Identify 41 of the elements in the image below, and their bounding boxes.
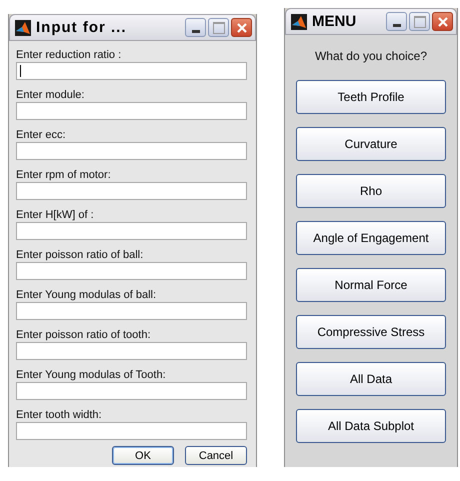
input-field[interactable] <box>16 142 247 160</box>
minimize-button[interactable] <box>185 18 206 37</box>
input-field[interactable] <box>16 422 247 440</box>
input-field[interactable] <box>16 182 247 200</box>
window-title: Input for ... <box>36 19 128 36</box>
field-label: Enter H[kW] of : <box>16 208 95 222</box>
input-field[interactable] <box>16 222 247 240</box>
menu-button[interactable]: Rho <box>296 174 446 208</box>
input-field[interactable] <box>16 382 247 400</box>
field-label: Enter Young modulas of ball: <box>16 288 158 302</box>
input-field[interactable] <box>16 302 247 320</box>
field-label: Enter reduction ratio : <box>16 48 122 62</box>
minimize-button[interactable] <box>386 12 407 31</box>
close-icon <box>436 14 450 28</box>
input-field[interactable] <box>16 102 247 120</box>
menu-button[interactable]: Compressive Stress <box>296 315 446 349</box>
app-logo-icon <box>291 14 307 30</box>
close-button[interactable] <box>231 18 252 37</box>
menu-button[interactable]: Angle of Engagement <box>296 221 446 255</box>
field-label: Enter ecc: <box>16 128 67 142</box>
menu-button[interactable]: All Data Subplot <box>296 409 446 443</box>
menu-button[interactable]: Teeth Profile <box>296 80 446 114</box>
field-label: Enter module: <box>16 88 86 102</box>
field-label: Enter poisson ratio of tooth: <box>16 328 152 342</box>
window-title: MENU <box>312 13 358 30</box>
app-logo-icon <box>15 20 31 36</box>
menu-button[interactable]: Normal Force <box>296 268 446 302</box>
field-label: Enter poisson ratio of ball: <box>16 248 144 262</box>
field-label: Enter Young modulas of Tooth: <box>16 368 167 382</box>
prompt-text: What do you choice? <box>314 49 428 63</box>
input-field[interactable] <box>16 262 247 280</box>
ok-button[interactable]: OK <box>112 446 174 465</box>
menu-button[interactable]: Curvature <box>296 127 446 161</box>
input-field[interactable] <box>16 62 247 80</box>
menu-button[interactable]: All Data <box>296 362 446 396</box>
input-field[interactable] <box>16 342 247 360</box>
field-label: Enter tooth width: <box>16 408 103 422</box>
close-icon <box>234 20 248 34</box>
close-button[interactable] <box>432 12 453 31</box>
field-label: Enter rpm of motor: <box>16 168 112 182</box>
cancel-button[interactable]: Cancel <box>185 446 247 465</box>
